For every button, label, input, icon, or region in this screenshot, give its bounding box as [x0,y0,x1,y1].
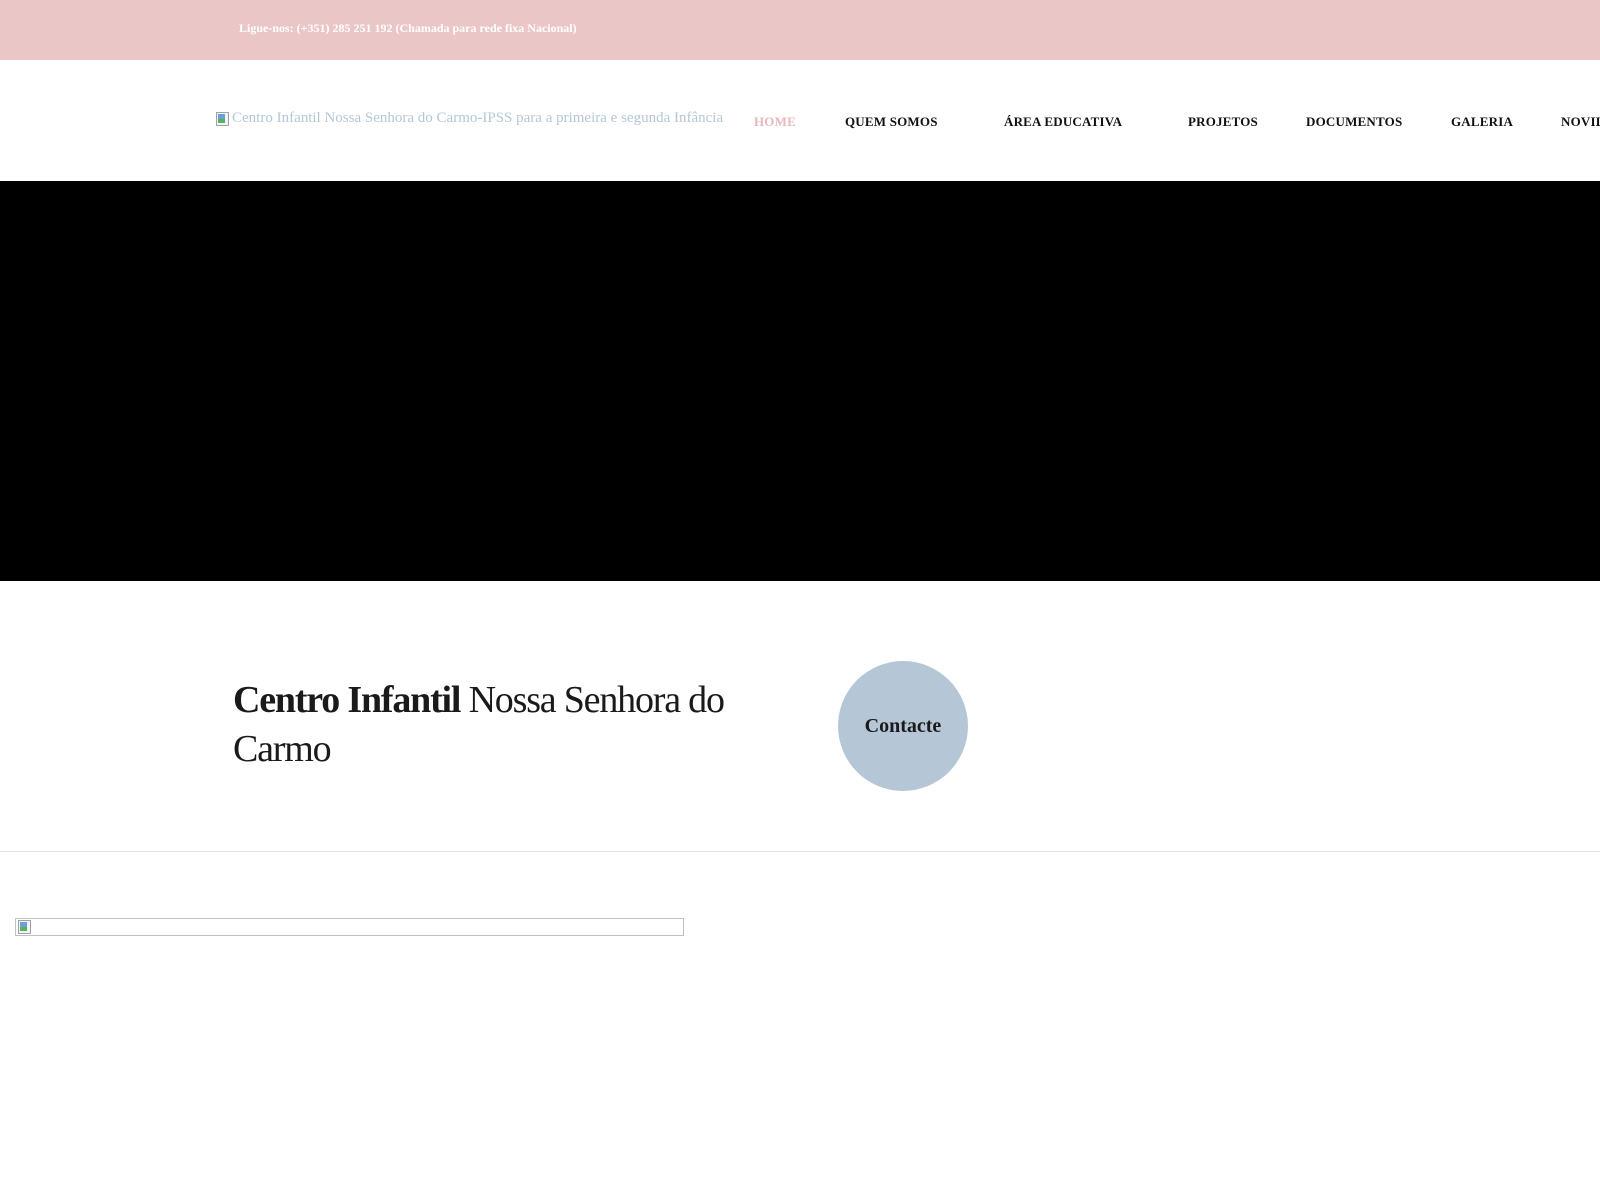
nav-item-area-educativa[interactable]: ÁREA EDUCATIVA [1004,114,1122,130]
phone-contact-text: Ligue-nos: (+351) 285 251 192 (Chamada p… [239,21,577,35]
nav-item-home[interactable]: HOME [754,114,796,130]
site-header: Centro Infantil Nossa Senhora do Carmo-I… [0,60,1600,181]
nav-item-novidades[interactable]: NOVID [1561,114,1600,130]
nav-item-quem-somos[interactable]: QUEM SOMOS [845,114,938,130]
nav-item-galeria[interactable]: GALERIA [1451,114,1513,130]
contact-button[interactable]: Contacte [838,661,968,791]
intro-title: Centro Infantil Nossa Senhora do Carmo [233,676,793,774]
broken-image-icon [17,919,33,935]
nav-item-projetos[interactable]: PROJETOS [1188,114,1258,130]
content-image-placeholder [15,918,684,936]
logo-alt-text: Centro Infantil Nossa Senhora do Carmo-I… [232,110,724,126]
broken-image-icon [215,111,231,127]
nav-item-documentos[interactable]: DOCUMENTOS [1306,114,1402,130]
hero-slider [0,181,1600,581]
top-contact-bar: Ligue-nos: (+351) 285 251 192 (Chamada p… [0,0,1600,60]
section-divider [0,851,1600,852]
site-logo-link[interactable]: Centro Infantil Nossa Senhora do Carmo-I… [215,110,723,127]
intro-title-bold: Centro Infantil [233,679,461,721]
